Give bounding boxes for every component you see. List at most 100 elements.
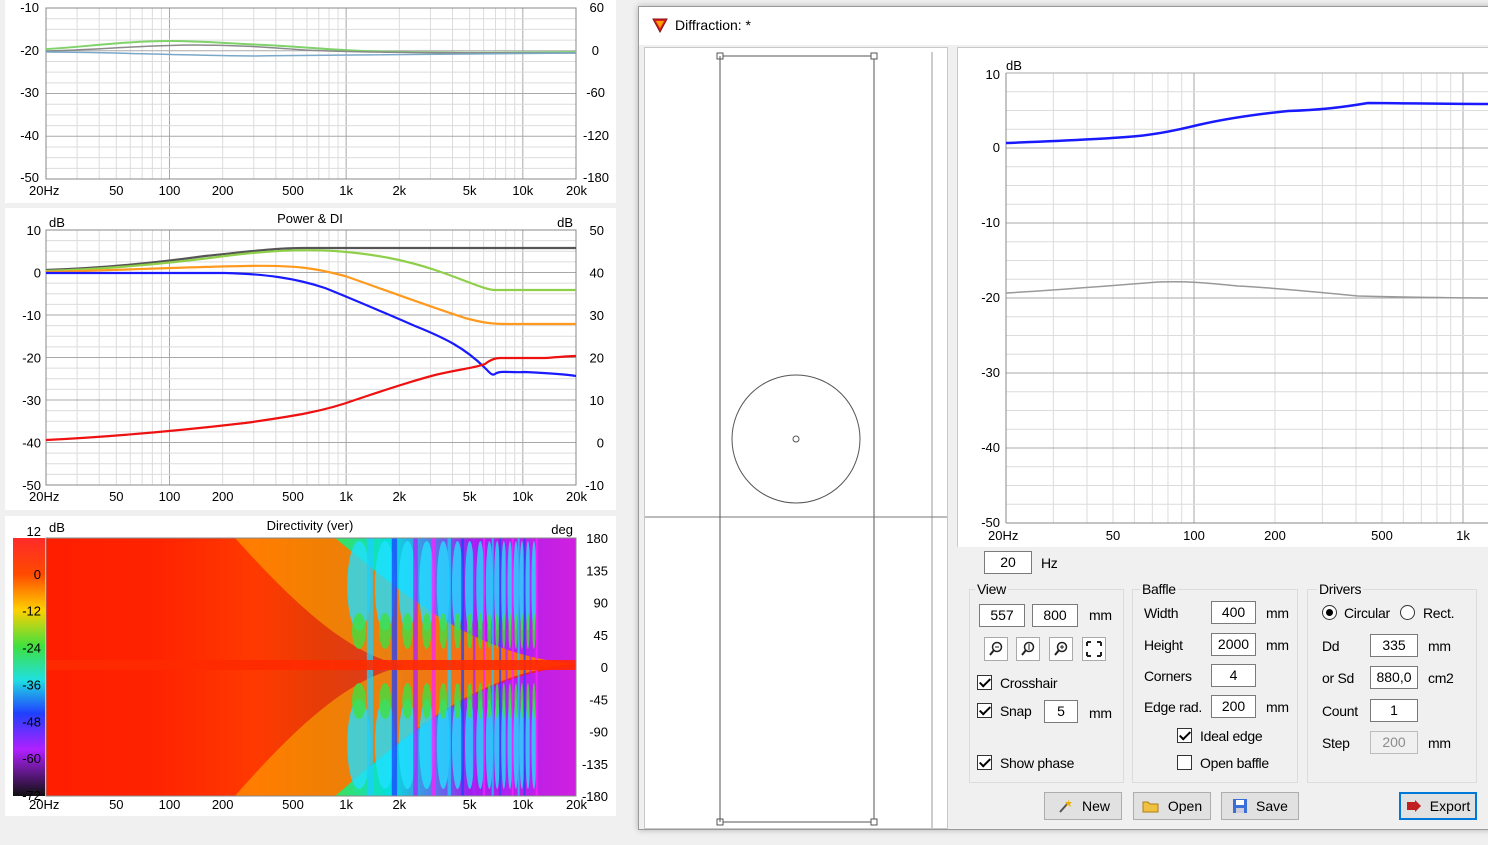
y-unit: dB <box>1006 58 1022 73</box>
window-title: Diffraction: * <box>675 17 751 33</box>
zoom-fit-button[interactable] <box>1016 637 1040 661</box>
y-tick: -30 <box>22 393 41 408</box>
y2-tick: 40 <box>590 266 604 281</box>
circular-label: Circular <box>1344 605 1390 621</box>
corners-input[interactable]: 4 <box>1211 664 1256 687</box>
step-input: 200 <box>1370 731 1418 754</box>
scale-tick: 0 <box>34 567 41 582</box>
new-button[interactable]: New <box>1044 792 1122 820</box>
title-bar[interactable]: Diffraction: * <box>639 7 1488 45</box>
dd-label: Dd <box>1322 638 1340 654</box>
ideal-edge-label: Ideal edge <box>1200 728 1263 744</box>
snap-input[interactable]: 5 <box>1044 700 1078 723</box>
y2-tick: 135 <box>586 563 608 578</box>
x-tick: 10k <box>512 797 533 812</box>
y-tick: -20 <box>22 351 41 366</box>
app-heart-icon <box>652 18 668 33</box>
save-button[interactable]: Save <box>1221 792 1299 820</box>
snap-label: Snap <box>1000 703 1032 719</box>
y-tick: 0 <box>34 266 41 281</box>
x-tick: 50 <box>109 797 123 812</box>
y2-tick: 0 <box>601 660 608 675</box>
height-input[interactable]: 2000 <box>1211 633 1256 656</box>
count-input[interactable]: 1 <box>1370 699 1418 722</box>
y2-tick: 10 <box>590 393 604 408</box>
zoom-out-icon <box>989 641 1003 656</box>
freq-input[interactable]: 20 <box>984 551 1032 574</box>
show-phase-label: Show phase <box>1000 755 1075 771</box>
x-tick: 100 <box>159 489 181 504</box>
mic-point[interactable] <box>792 435 800 443</box>
open-button[interactable]: Open <box>1133 792 1211 820</box>
y-tick: -20 <box>981 290 1000 305</box>
y-unit: dB <box>49 215 65 230</box>
rect-radio[interactable] <box>1400 605 1415 620</box>
snap-unit: mm <box>1089 705 1112 721</box>
sd-label: or Sd <box>1322 670 1354 686</box>
show-phase-checkbox[interactable] <box>977 755 992 770</box>
y2-tick: 180 <box>586 531 608 546</box>
dd-input[interactable]: 335 <box>1370 634 1418 657</box>
floppy-disk-icon <box>1233 799 1248 813</box>
corner-handle[interactable] <box>870 818 878 826</box>
baffle-view[interactable] <box>644 47 948 829</box>
freq-unit: Hz <box>1041 555 1058 571</box>
scale-tick: -24 <box>22 641 41 656</box>
expand-icon <box>1086 641 1102 657</box>
width-unit: mm <box>1266 605 1289 621</box>
scale-tick: -48 <box>22 714 41 729</box>
y-tick: -20 <box>20 43 39 58</box>
scale-tick: -36 <box>22 677 41 692</box>
zoom-extents-button[interactable] <box>1082 637 1106 661</box>
x-tick: 1k <box>1456 528 1470 543</box>
corner-handle[interactable] <box>870 52 878 60</box>
edge-label: Edge rad. <box>1144 699 1203 715</box>
sd-input[interactable]: 880,0 <box>1370 666 1418 689</box>
x-tick: 20Hz <box>29 797 59 812</box>
y2-tick: -90 <box>589 725 608 740</box>
zoom-in-button[interactable] <box>1049 637 1073 661</box>
view-x-input[interactable]: 557 <box>979 604 1025 627</box>
y2-tick: 20 <box>590 351 604 366</box>
x-tick: 20Hz <box>29 489 59 504</box>
new-label: New <box>1081 798 1110 814</box>
driver-circle[interactable] <box>731 374 861 504</box>
snap-checkbox[interactable] <box>977 703 992 718</box>
export-button[interactable]: Export <box>1399 792 1477 820</box>
x-tick: 2k <box>392 183 406 198</box>
diffraction-window: Diffraction: * dB 10 0 -10 -20 -30 -40 -50 20H… <box>638 6 1488 830</box>
x-tick: 10k <box>512 489 533 504</box>
edge-input[interactable]: 200 <box>1211 695 1256 718</box>
height-label: Height <box>1144 637 1183 653</box>
y2-tick: -10 <box>585 478 604 493</box>
ideal-edge-checkbox[interactable] <box>1177 728 1192 743</box>
view-group-label: View <box>975 581 1008 597</box>
width-input[interactable]: 400 <box>1211 601 1256 624</box>
y-tick: 10 <box>986 67 1000 82</box>
x-tick: 20k <box>566 489 587 504</box>
chart-title: Directivity (ver) <box>267 518 354 533</box>
width-label: Width <box>1144 605 1179 621</box>
y2-tick: 0 <box>597 436 604 451</box>
view-y-input[interactable]: 800 <box>1032 604 1078 627</box>
open-label: Open <box>1167 798 1203 814</box>
export-label: Export <box>1429 798 1471 814</box>
y-unit: dB <box>49 520 65 535</box>
save-label: Save <box>1256 798 1288 814</box>
open-baffle-checkbox[interactable] <box>1177 755 1192 770</box>
response-svg: dB 100-10-20-30-40-50 20Hz 50 100 200 500 1k <box>981 58 1488 543</box>
step-label: Step <box>1322 735 1350 751</box>
top-response-chart: -10 -20 -30 -40 -50 60 0 -60 -120 -180 2… <box>5 0 616 203</box>
x-tick: 20k <box>566 797 587 812</box>
x-tick: 5k <box>463 183 477 198</box>
y2-unit: deg <box>551 522 573 537</box>
y-tick: -40 <box>981 440 1000 455</box>
zoom-out-button[interactable] <box>984 637 1008 661</box>
x-tick: 1k <box>339 183 353 198</box>
baffle-drawing[interactable] <box>645 48 949 830</box>
x-tick: 50 <box>109 489 123 504</box>
y-tick: -10 <box>20 0 39 15</box>
x-tick: 50 <box>1106 528 1120 543</box>
circular-radio[interactable] <box>1322 605 1337 620</box>
crosshair-checkbox[interactable] <box>977 675 992 690</box>
